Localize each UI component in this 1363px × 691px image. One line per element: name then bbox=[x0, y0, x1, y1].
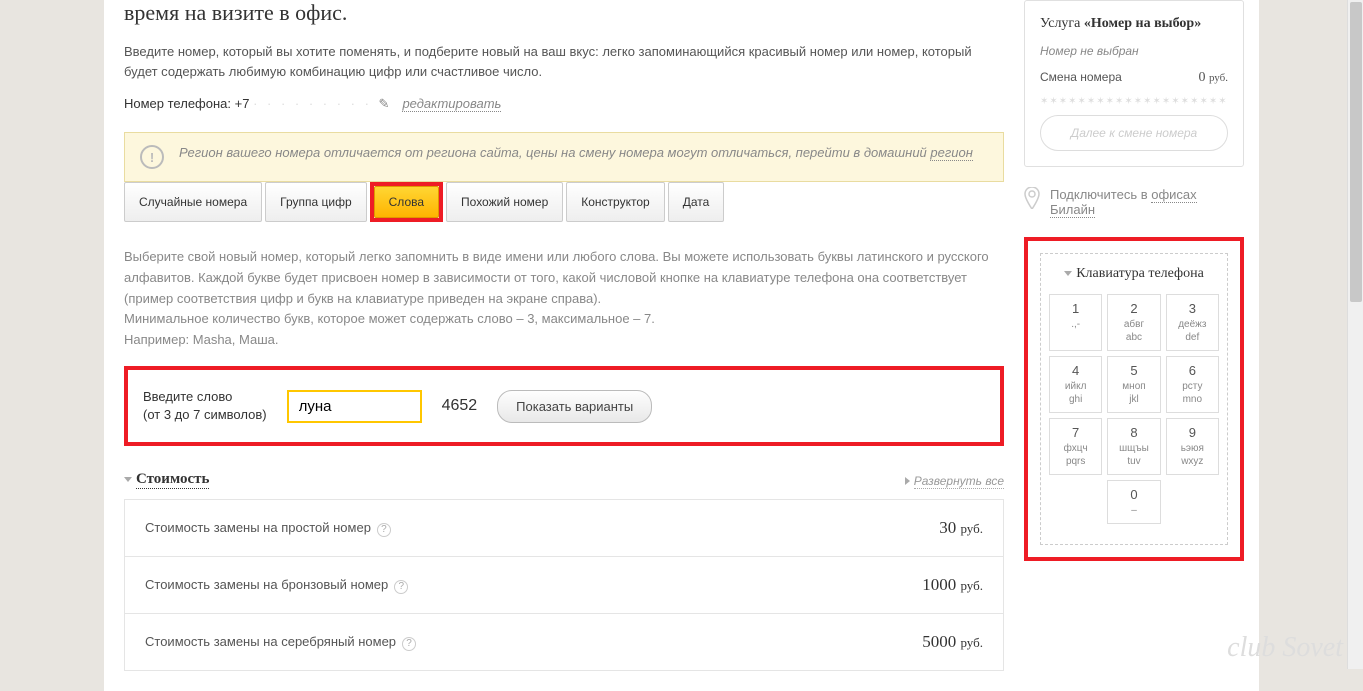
page-title-fragment: время на визите в офис. bbox=[124, 0, 1004, 27]
warning-text: Регион вашего номера отличается от регио… bbox=[179, 145, 930, 160]
tab-digit-group[interactable]: Группа цифр bbox=[265, 182, 367, 222]
separator-dots: ✶✶✶✶✶✶✶✶✶✶✶✶✶✶✶✶✶✶✶✶✶✶✶✶✶✶✶ bbox=[1040, 96, 1228, 107]
keypad-key-8: 8шщъыtuv bbox=[1107, 418, 1160, 475]
keypad-key-7: 7фхцчpqrs bbox=[1049, 418, 1102, 475]
cost-row-silver: Стоимость замены на серебряный номер? 50… bbox=[125, 614, 1003, 670]
keypad-key-9: 9ьэюяwxyz bbox=[1166, 418, 1219, 475]
cost-table: Стоимость замены на простой номер? 30 ру… bbox=[124, 499, 1004, 671]
continue-button[interactable]: Далее к смене номера bbox=[1040, 115, 1228, 151]
help-icon[interactable]: ? bbox=[377, 523, 391, 537]
chevron-right-icon bbox=[905, 477, 910, 485]
keypad-key-3: 3деёжзdef bbox=[1166, 294, 1219, 351]
phone-number-row: Номер телефона: +7 · · · · · · · · · ✎ ре… bbox=[124, 96, 1004, 112]
cost-row-simple: Стоимость замены на простой номер? 30 ру… bbox=[125, 500, 1003, 557]
show-variants-button[interactable]: Показать варианты bbox=[497, 390, 652, 423]
cost-title[interactable]: Стоимость bbox=[136, 471, 209, 489]
keypad-key-5: 5мнопjkl bbox=[1107, 356, 1160, 413]
intro-text: Введите номер, который вы хотите поменят… bbox=[124, 42, 1004, 81]
cost-section: Стоимость Развернуть все Стоимость замен… bbox=[124, 471, 1004, 671]
beeline-link[interactable]: Билайн bbox=[1050, 202, 1095, 218]
tab-date[interactable]: Дата bbox=[668, 182, 725, 222]
warning-icon: ! bbox=[140, 145, 164, 169]
change-price-row: Смена номера 0 руб. bbox=[1040, 70, 1228, 86]
tab-words-highlight: Слова bbox=[370, 182, 443, 222]
tab-constructor[interactable]: Конструктор bbox=[566, 182, 664, 222]
tabs-row: Случайные номера Группа цифр Слова Похож… bbox=[124, 182, 1004, 222]
keypad-key-2: 2абвгabc bbox=[1107, 294, 1160, 351]
word-number-output: 4652 bbox=[442, 397, 478, 415]
expand-all-link[interactable]: Развернуть все bbox=[914, 474, 1004, 489]
help-icon[interactable]: ? bbox=[394, 580, 408, 594]
pin-icon bbox=[1024, 187, 1040, 209]
chevron-down-icon bbox=[124, 477, 132, 482]
chevron-down-icon bbox=[1064, 271, 1072, 276]
keypad-key-1: 1.,- bbox=[1049, 294, 1102, 351]
word-input-label: Введите слово (от 3 до 7 символов) bbox=[143, 388, 267, 424]
tab-similar[interactable]: Похожий номер bbox=[446, 182, 563, 222]
offices-link[interactable]: офисах bbox=[1151, 187, 1196, 203]
tab-random[interactable]: Случайные номера bbox=[124, 182, 262, 222]
region-link[interactable]: регион bbox=[930, 145, 973, 161]
keypad-title: Клавиатура телефона bbox=[1049, 266, 1219, 282]
help-icon[interactable]: ? bbox=[402, 637, 416, 651]
cost-row-bronze: Стоимость замены на бронзовый номер? 100… bbox=[125, 557, 1003, 614]
helper-text: Выберите свой новый номер, который легко… bbox=[124, 247, 1004, 351]
keypad-box: Клавиатура телефона 1.,- 2абвгabc 3деёжз… bbox=[1024, 237, 1244, 561]
word-input[interactable] bbox=[287, 390, 422, 423]
tab-words[interactable]: Слова bbox=[374, 186, 439, 218]
word-input-section: Введите слово (от 3 до 7 символов) 4652 … bbox=[124, 366, 1004, 446]
keypad-key-6: 6рстуmno bbox=[1166, 356, 1219, 413]
pencil-icon: ✎ bbox=[379, 96, 390, 112]
keypad-grid: 1.,- 2абвгabc 3деёжзdef 4ийклghi 5мнопjk… bbox=[1049, 294, 1219, 524]
scrollbar[interactable] bbox=[1347, 0, 1363, 669]
edit-phone-link[interactable]: редактировать bbox=[402, 96, 501, 112]
service-title: Услуга «Номер на выбор» bbox=[1040, 16, 1228, 32]
region-warning: ! Регион вашего номера отличается от рег… bbox=[124, 132, 1004, 182]
scrollbar-thumb[interactable] bbox=[1350, 2, 1362, 302]
phone-masked: · · · · · · · · · bbox=[253, 96, 378, 111]
keypad-key-0: 0– bbox=[1107, 480, 1160, 524]
office-row: Подключитесь в офисах Билайн bbox=[1024, 187, 1244, 217]
keypad-key-4: 4ийклghi bbox=[1049, 356, 1102, 413]
service-box: Услуга «Номер на выбор» Номер не выбран … bbox=[1024, 0, 1244, 167]
no-number-text: Номер не выбран bbox=[1040, 44, 1228, 58]
phone-label: Номер телефона: +7 bbox=[124, 96, 249, 111]
